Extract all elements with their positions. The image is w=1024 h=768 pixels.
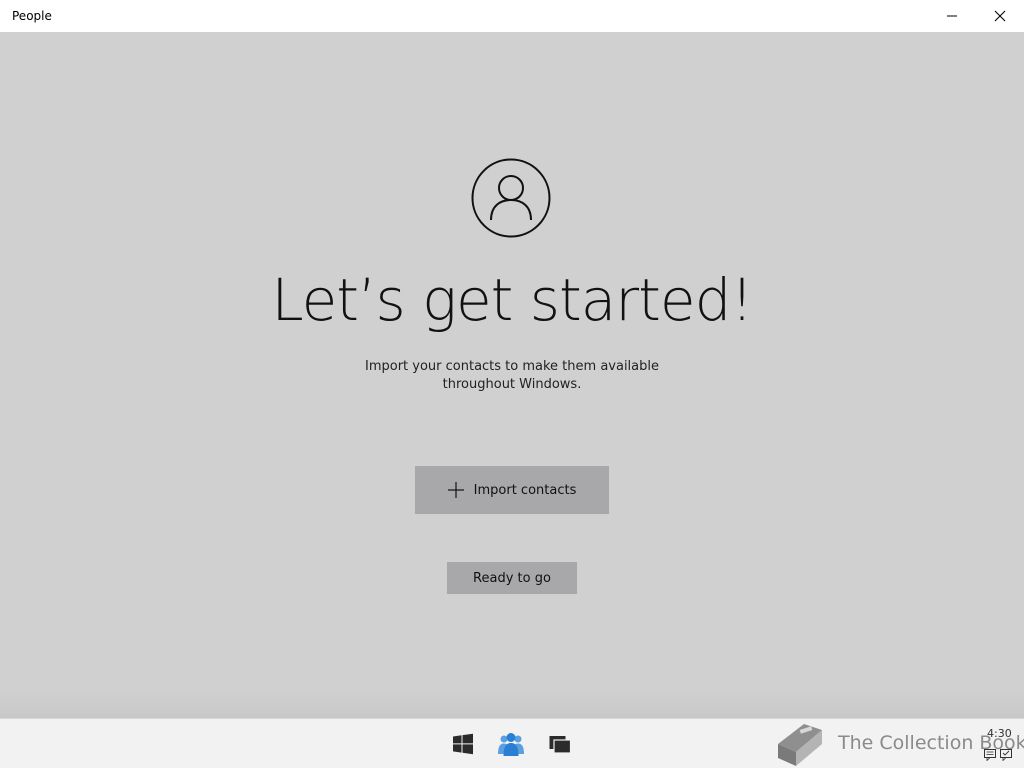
system-tray [984,749,1014,763]
people-icon [498,733,524,756]
import-contacts-label: Import contacts [473,482,577,498]
ready-to-go-label: Ready to go [473,570,551,586]
book-icon [778,724,822,766]
import-contacts-button[interactable]: Import contacts [415,466,609,514]
ready-to-go-button[interactable]: Ready to go [447,562,577,594]
action-center-icon[interactable] [1000,749,1012,761]
plus-icon [447,482,464,498]
page-title: Let’s get started! [271,266,753,334]
page-description: Import your contacts to make them availa… [364,359,659,392]
taskbar-clock[interactable]: 4:30 [987,727,1012,740]
title-bar: People [0,0,1024,32]
task-view-icon [549,736,571,754]
person-avatar-icon [471,158,551,238]
windows-start-icon [453,733,473,755]
notification-icon[interactable] [984,749,996,761]
main-content: Let’s get started! Import your contacts … [0,32,1024,718]
close-icon [994,10,1006,22]
task-view-button[interactable] [547,731,573,757]
minimize-button[interactable] [929,0,975,32]
window-title: People [12,9,52,23]
start-button[interactable] [450,731,476,757]
close-button[interactable] [977,0,1023,32]
minimize-icon [947,15,957,17]
people-taskbar-button[interactable] [498,731,524,757]
content-bottom-fade [0,690,1024,718]
